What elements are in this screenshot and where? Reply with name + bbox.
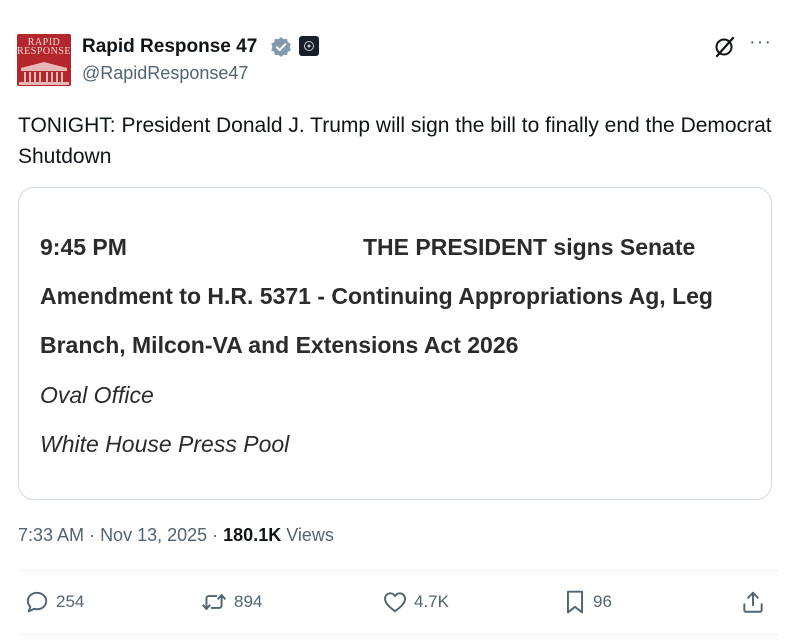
author-handle[interactable]: @RapidResponse47 [82,62,248,84]
affiliation-badge-icon[interactable] [299,36,319,56]
meta-separator: · [89,525,101,545]
white-house-icon [19,62,69,85]
divider-top [18,570,778,571]
share-button[interactable] [740,588,766,616]
views-label: Views [286,525,334,545]
heart-icon [384,592,406,613]
tweet-date[interactable]: Nov 13, 2025 [100,525,207,545]
card-time: 9:45 PM [40,234,127,260]
repost-count: 894 [234,592,263,611]
card-location: Oval Office [40,382,154,408]
divider-bottom [18,634,778,635]
bookmark-count: 96 [593,592,612,611]
reply-count: 254 [56,592,85,611]
avatar[interactable]: RAPID RESPONSE [17,34,71,86]
repost-button[interactable]: 894 [200,588,262,616]
card-press-pool: White House Press Pool [40,431,290,457]
like-button[interactable]: 4.7K [382,588,449,616]
reply-icon [26,591,48,613]
avatar-text-bottom: RESPONSE [17,46,71,57]
author-display-name[interactable]: Rapid Response 47 [82,36,257,58]
tweet-meta: 7:33 AM · Nov 13, 2025 · 180.1K Views [18,524,334,546]
like-count: 4.7K [414,592,449,611]
card-title-line-2: Amendment to H.R. 5371 - Continuing Appr… [40,283,713,309]
verified-badge-icon[interactable] [270,36,292,58]
more-options-button[interactable]: ··· [749,32,772,52]
grok-icon[interactable] [712,34,738,60]
meta-separator: · [212,525,224,545]
schedule-card[interactable]: 9:45 PM THE PRESIDENT signs Senate Amend… [18,187,772,500]
share-icon [743,591,763,613]
tweet-text: TONIGHT: President Donald J. Trump will … [18,114,772,168]
card-title-line-3: Branch, Milcon-VA and Extensions Act 202… [40,332,519,358]
repost-icon [201,594,227,610]
bookmark-icon [566,590,584,614]
card-title-line-1: THE PRESIDENT signs Senate [363,234,696,260]
bookmark-button[interactable]: 96 [563,588,612,616]
views-count: 180.1K [223,525,282,545]
reply-button[interactable]: 254 [24,588,84,616]
tweet-time[interactable]: 7:33 AM [18,525,84,545]
